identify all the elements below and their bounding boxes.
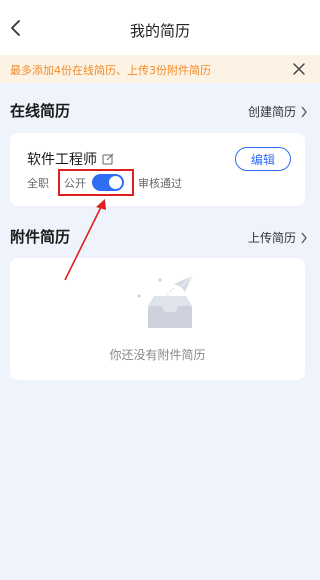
chevron-right-icon — [301, 232, 307, 243]
create-resume-label: 创建简历 — [247, 105, 296, 119]
edit-button[interactable]: 编辑 — [235, 147, 291, 171]
resume-card[interactable]: 软件工程师 编辑 全职 公开 审核通过 — [10, 133, 305, 206]
resume-name: 软件工程师 — [27, 149, 114, 169]
page-title: 我的简历 — [129, 22, 190, 40]
empty-inbox-icon — [137, 275, 193, 328]
chevron-right-icon — [301, 106, 307, 117]
close-icon[interactable] — [292, 62, 306, 76]
review-status: 审核通过 — [138, 177, 182, 190]
nav-bar: 我的简历 — [0, 0, 320, 55]
online-resume-title: 在线简历 — [10, 102, 71, 120]
empty-text: 你还没有附件简历 — [109, 348, 206, 362]
create-resume-link[interactable]: 创建简历 — [248, 103, 308, 120]
notice-banner: 最多添加4份在线简历、上传3份附件简历 — [0, 55, 320, 83]
notice-text: 最多添加4份在线简历、上传3份附件简历 — [10, 64, 211, 77]
annotation-highlight-box — [58, 169, 134, 196]
edit-icon[interactable] — [102, 153, 114, 165]
job-type: 全职 — [27, 177, 49, 190]
attachment-resume-title: 附件简历 — [10, 228, 71, 246]
upload-resume-label: 上传简历 — [247, 231, 296, 245]
upload-resume-link[interactable]: 上传简历 — [248, 229, 308, 246]
resume-name-label: 软件工程师 — [27, 152, 97, 168]
attachment-card: 你还没有附件简历 — [10, 258, 305, 380]
